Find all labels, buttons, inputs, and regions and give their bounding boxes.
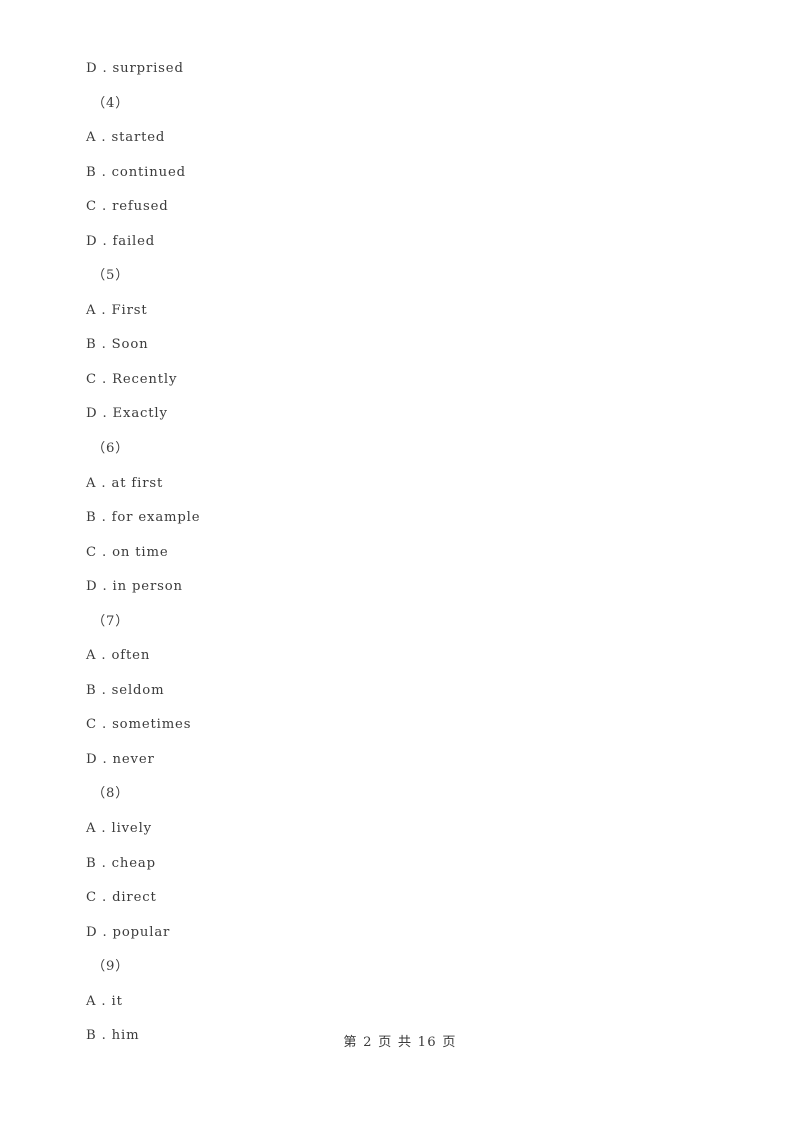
answer-option: C . Recently [86,371,178,387]
page-footer: 第 2 页 共 16 页 [343,1035,457,1050]
answer-option: D . in person [86,579,183,595]
answer-option: D . Exactly [86,406,168,422]
answer-option: A . First [86,302,148,318]
answer-option: C . refused [86,199,169,215]
answer-option: B . for example [86,510,201,526]
answer-option: B . Soon [86,337,149,353]
answer-option: B . seldom [86,682,165,698]
answer-option: D . surprised [86,61,184,76]
question-list: D . surprised （4） A . started B . continued… [0,52,800,1054]
answer-option: D . failed [86,233,156,249]
answer-option: A . started [86,130,166,146]
answer-option: C . sometimes [86,717,192,733]
answer-option: A . lively [86,821,152,837]
question-number: （9） [92,959,130,975]
answer-option: A . often [86,648,151,664]
question-number: （6） [92,441,130,457]
question-number: （4） [92,95,130,111]
question-number: （7） [92,613,130,629]
answer-option: A . at first [86,475,164,491]
document-page: D . surprised （4） A . started B . continued… [0,0,800,1132]
answer-option: C . on time [86,544,169,560]
answer-option: B . continued [86,164,186,180]
answer-option: B . cheap [86,855,156,871]
answer-option: C . direct [86,890,157,906]
answer-option: D . popular [86,924,171,940]
answer-option: A . it [86,993,123,1009]
answer-option: D . never [86,751,155,767]
question-number: （5） [92,268,130,284]
question-number: （8） [92,786,130,802]
